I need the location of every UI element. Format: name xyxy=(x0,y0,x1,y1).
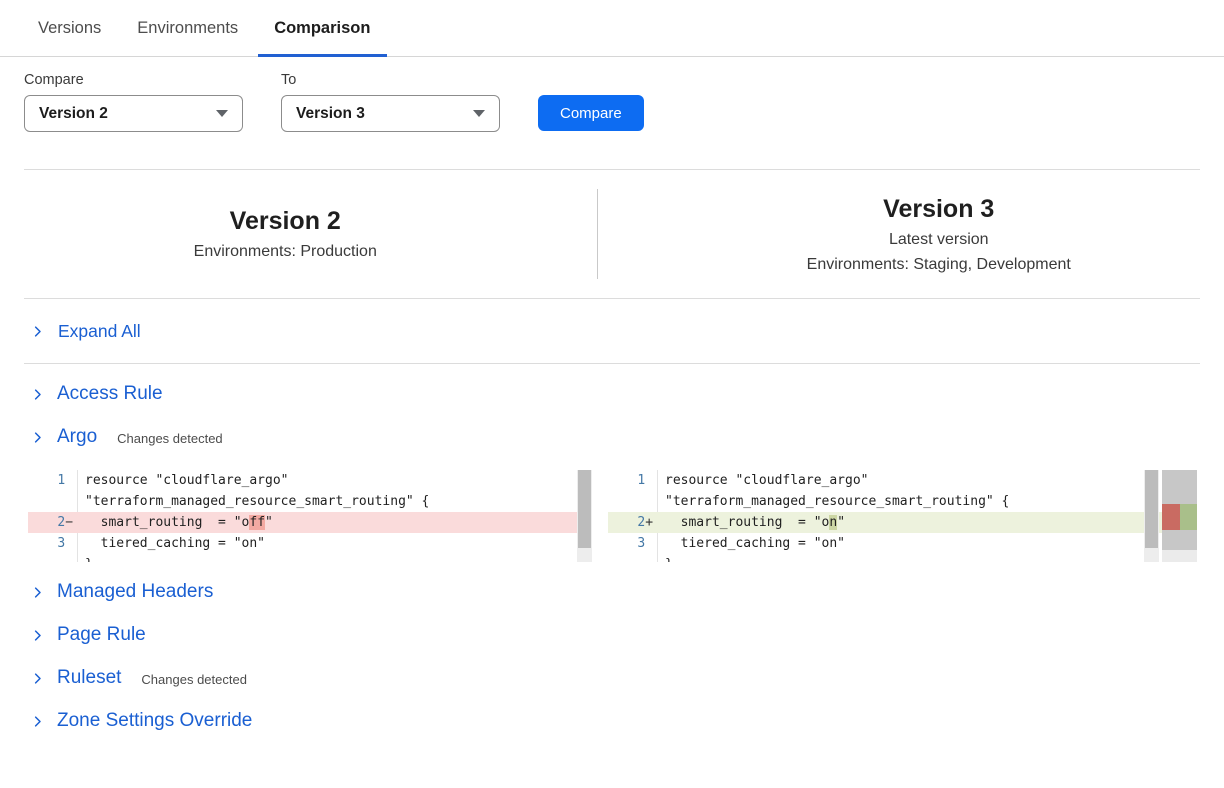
version-headers: Version 2 Environments: Production Versi… xyxy=(0,170,1224,298)
code-text: } xyxy=(78,554,93,562)
code-line: "terraform_managed_resource_smart_routin… xyxy=(28,491,592,512)
code-text: smart_routing = "on" xyxy=(658,512,845,533)
scrollbar[interactable] xyxy=(577,470,592,562)
section-label: Managed Headers xyxy=(57,581,213,603)
chevron-right-icon xyxy=(30,671,45,686)
diff-marker xyxy=(645,470,657,491)
diff-marker xyxy=(645,533,657,554)
diff-marker xyxy=(645,554,657,562)
section-label: Ruleset xyxy=(57,667,121,689)
code-line-deleted: 2− smart_routing = "off" xyxy=(28,512,592,533)
deleted-word-highlight: ff xyxy=(249,515,265,530)
line-number xyxy=(28,554,65,562)
code-text: resource "cloudflare_argo" xyxy=(658,470,869,491)
code-text: tiered_caching = "on" xyxy=(658,533,845,554)
changes-detected-badge: Changes detected xyxy=(141,669,247,687)
diff-marker: + xyxy=(645,512,657,533)
ruler-added-mark xyxy=(1180,504,1197,530)
section-argo[interactable]: Argo Changes detected xyxy=(0,424,1224,450)
diff-marker xyxy=(65,554,77,562)
diff-overview-ruler xyxy=(1162,470,1197,562)
chevron-down-icon xyxy=(473,110,485,117)
tab-bar: Versions Environments Comparison xyxy=(0,0,1224,57)
tab-versions[interactable]: Versions xyxy=(38,0,101,56)
code-line: 1 resource "cloudflare_argo" xyxy=(28,470,592,491)
section-access-rule[interactable]: Access Rule xyxy=(0,381,1224,407)
line-number: 3 xyxy=(608,533,645,554)
code-text: "terraform_managed_resource_smart_routin… xyxy=(658,491,1009,512)
diff-marker xyxy=(645,491,657,512)
line-number xyxy=(608,554,645,562)
ruler-track-bottom xyxy=(1162,550,1197,562)
code-text: smart_routing = "off" xyxy=(78,512,273,533)
to-label: To xyxy=(281,72,500,88)
version-right-title: Version 3 xyxy=(678,195,1201,224)
section-label: Page Rule xyxy=(57,624,146,646)
section-label: Access Rule xyxy=(57,383,163,405)
code-text: } xyxy=(658,554,673,562)
diff-marker xyxy=(65,491,77,512)
section-managed-headers[interactable]: Managed Headers xyxy=(0,579,1224,605)
section-ruleset[interactable]: Ruleset Changes detected xyxy=(0,665,1224,691)
section-page-rule[interactable]: Page Rule xyxy=(0,622,1224,648)
line-number xyxy=(608,491,645,512)
changes-detected-badge: Changes detected xyxy=(117,428,223,446)
line-number: 3 xyxy=(28,533,65,554)
diff-left-panel[interactable]: 1 resource "cloudflare_argo" "terraform_… xyxy=(28,470,592,562)
diff-right-panel[interactable]: 1 resource "cloudflare_argo" "terraform_… xyxy=(608,470,1197,562)
code-line: } xyxy=(28,554,592,562)
code-line: 3 tiered_caching = "on" xyxy=(608,533,1197,554)
code-line: "terraform_managed_resource_smart_routin… xyxy=(608,491,1197,512)
scrollbar[interactable] xyxy=(1144,470,1159,562)
version-right-subtitle: Latest version xyxy=(678,231,1201,249)
compare-bar: Compare Version 2 To Version 3 Compare xyxy=(0,57,1224,132)
chevron-right-icon xyxy=(30,628,45,643)
section-label: Zone Settings Override xyxy=(57,710,252,732)
diff-marker xyxy=(65,533,77,554)
from-version-select[interactable]: Version 2 xyxy=(24,95,243,132)
code-text: resource "cloudflare_argo" xyxy=(78,470,289,491)
chevron-right-icon xyxy=(30,714,45,729)
line-number: 2 xyxy=(28,512,65,533)
diff-marker xyxy=(65,470,77,491)
chevron-right-icon xyxy=(30,585,45,600)
code-line-added: 2+ smart_routing = "on" xyxy=(608,512,1197,533)
section-zone-settings-override[interactable]: Zone Settings Override xyxy=(0,708,1224,734)
code-line: 3 tiered_caching = "on" xyxy=(28,533,592,554)
ruler-deleted-mark xyxy=(1162,504,1180,530)
line-number xyxy=(28,491,65,512)
chevron-right-icon xyxy=(30,430,45,445)
expand-all-button[interactable]: Expand All xyxy=(0,299,1224,363)
chevron-right-icon xyxy=(30,387,45,402)
tab-environments[interactable]: Environments xyxy=(137,0,238,56)
code-line: } xyxy=(608,554,1197,562)
section-label: Argo xyxy=(57,426,97,448)
divider xyxy=(24,363,1200,364)
code-line: 1 resource "cloudflare_argo" xyxy=(608,470,1197,491)
line-number: 1 xyxy=(608,470,645,491)
diff-marker: − xyxy=(65,512,77,533)
line-number: 2 xyxy=(608,512,645,533)
expand-all-label: Expand All xyxy=(58,321,141,342)
version-left-panel: Version 2 Environments: Production xyxy=(24,207,597,261)
scrollbar-thumb[interactable] xyxy=(578,470,591,548)
compare-button[interactable]: Compare xyxy=(538,95,644,131)
compare-label: Compare xyxy=(24,72,243,88)
chevron-down-icon xyxy=(216,110,228,117)
version-left-environments: Environments: Production xyxy=(24,243,547,261)
code-text: "terraform_managed_resource_smart_routin… xyxy=(78,491,429,512)
version-left-title: Version 2 xyxy=(24,207,547,236)
scrollbar-thumb[interactable] xyxy=(1145,470,1158,548)
to-version-select[interactable]: Version 3 xyxy=(281,95,500,132)
code-text: tiered_caching = "on" xyxy=(78,533,265,554)
line-number: 1 xyxy=(28,470,65,491)
from-version-value: Version 2 xyxy=(39,105,108,123)
version-right-environments: Environments: Staging, Development xyxy=(678,256,1201,274)
argo-diff-view: 1 resource "cloudflare_argo" "terraform_… xyxy=(28,470,1197,562)
chevron-right-icon xyxy=(30,324,45,339)
version-right-panel: Version 3 Latest version Environments: S… xyxy=(598,195,1201,274)
tab-comparison[interactable]: Comparison xyxy=(274,0,370,56)
to-version-value: Version 3 xyxy=(296,105,365,123)
